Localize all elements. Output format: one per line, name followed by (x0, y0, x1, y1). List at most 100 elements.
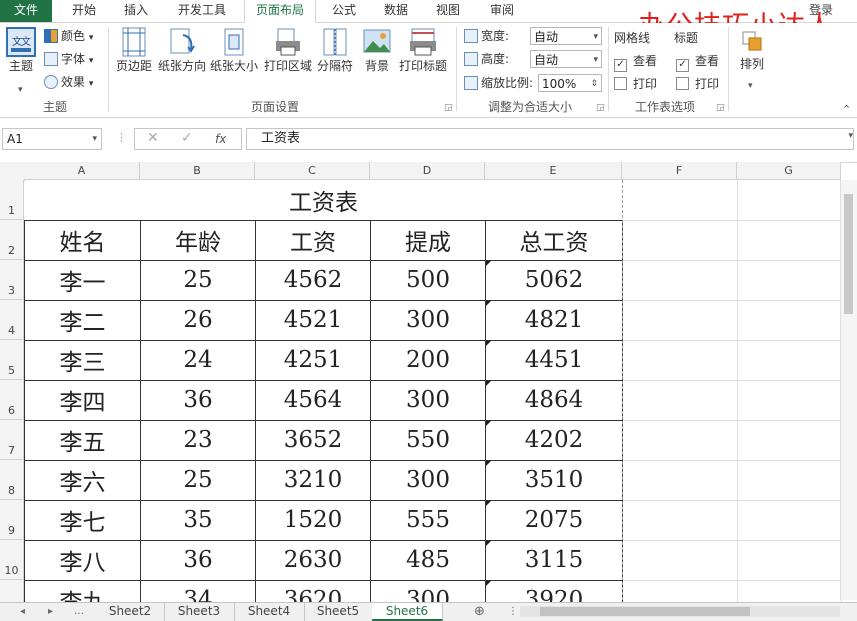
formula-input[interactable]: 工资表 (246, 128, 854, 150)
tab-data[interactable]: 数据 (374, 0, 418, 22)
tab-review[interactable]: 审阅 (480, 0, 524, 22)
tab-formulas[interactable]: 公式 (322, 0, 366, 22)
table-cell[interactable]: 500 (370, 259, 486, 301)
table-cell[interactable]: 3210 (255, 459, 371, 501)
sheet-tab[interactable]: Sheet5 (304, 603, 373, 621)
sheet-tab[interactable]: Sheet3 (164, 603, 235, 621)
enter-icon[interactable]: ✓ (181, 130, 193, 146)
table-cell[interactable]: 300 (370, 579, 486, 602)
row-header[interactable]: 10 (0, 540, 24, 580)
column-header[interactable]: C (255, 162, 370, 180)
theme-effects-button[interactable]: 效果 ▾ (44, 72, 93, 92)
row-header[interactable]: 7 (0, 420, 24, 460)
table-header-cell[interactable]: 提成 (370, 219, 486, 261)
tab-home[interactable]: 开始 (62, 0, 106, 22)
table-cell[interactable]: 3115 (485, 539, 623, 581)
tab-page-layout[interactable]: 页面布局 (244, 0, 316, 23)
table-cell[interactable]: 3620 (255, 579, 371, 602)
table-cell[interactable]: 23 (140, 419, 256, 461)
table-cell[interactable]: 4821 (485, 299, 623, 341)
vertical-scrollbar[interactable] (840, 180, 857, 600)
table-cell[interactable]: 3920 (485, 579, 623, 602)
sheet-tab-active[interactable]: Sheet6 (372, 603, 443, 621)
worksheet-grid[interactable]: A B C D E F G 1 2 3 4 5 6 7 8 9 10 工资表 姓… (0, 162, 857, 602)
tab-view[interactable]: 视图 (426, 0, 470, 22)
theme-colors-button[interactable]: 颜色 ▾ (44, 26, 93, 46)
table-cell[interactable]: 4864 (485, 379, 623, 421)
table-cell[interactable]: 24 (140, 339, 256, 381)
select-all-corner[interactable] (0, 162, 25, 181)
table-header-cell[interactable]: 工资 (255, 219, 371, 261)
table-cell[interactable]: 4562 (255, 259, 371, 301)
table-cell[interactable]: 李三 (24, 339, 141, 381)
table-title-cell[interactable]: 工资表 (24, 180, 623, 221)
themes-button[interactable]: 文文 主题 ▾ (4, 27, 38, 95)
headings-view-checkbox[interactable]: ✓ 查看 (676, 51, 719, 72)
table-cell[interactable]: 4451 (485, 339, 623, 381)
breaks-button[interactable]: 分隔符 (316, 27, 354, 74)
gridlines-print-checkbox[interactable]: 打印 (614, 74, 657, 94)
theme-fonts-button[interactable]: 字体 ▾ (44, 49, 93, 69)
size-button[interactable]: 纸张大小 (208, 27, 260, 74)
more-sheets-icon[interactable]: … (74, 603, 84, 620)
table-cell[interactable]: 36 (140, 539, 256, 581)
page-setup-launcher-icon[interactable]: ◲ (444, 103, 453, 113)
table-cell[interactable]: 李八 (24, 539, 141, 581)
sheet-options-launcher-icon[interactable]: ◲ (716, 103, 725, 113)
table-cell[interactable]: 4202 (485, 419, 623, 461)
table-cell[interactable]: 李九 (24, 579, 141, 602)
headings-print-checkbox[interactable]: 打印 (676, 74, 719, 94)
table-cell[interactable]: 36 (140, 379, 256, 421)
scale-input[interactable]: 100% ⇕ (538, 74, 602, 92)
table-cell[interactable]: 4564 (255, 379, 371, 421)
table-cell[interactable]: 300 (370, 379, 486, 421)
tab-split-grip-icon[interactable]: ⋮ (508, 603, 518, 620)
expand-formula-bar-icon[interactable]: ▾ (848, 131, 853, 141)
table-cell[interactable]: 5062 (485, 259, 623, 301)
table-cell[interactable]: 26 (140, 299, 256, 341)
table-cell[interactable]: 李五 (24, 419, 141, 461)
table-cell[interactable]: 4521 (255, 299, 371, 341)
table-cell[interactable]: 3510 (485, 459, 623, 501)
column-header[interactable]: D (370, 162, 485, 180)
row-header[interactable]: 4 (0, 300, 24, 340)
table-cell[interactable]: 李一 (24, 259, 141, 301)
name-box[interactable]: A1 ▾ (2, 128, 102, 150)
height-select[interactable]: 自动 ▾ (530, 50, 602, 68)
table-cell[interactable]: 3652 (255, 419, 371, 461)
row-header[interactable]: 3 (0, 260, 24, 300)
insert-function-icon[interactable]: fx (215, 132, 226, 146)
background-button[interactable]: 背景 (360, 27, 394, 74)
orientation-button[interactable]: 纸张方向 (156, 27, 208, 74)
table-cell[interactable]: 李六 (24, 459, 141, 501)
sheet-tab[interactable]: Sheet2 (96, 603, 165, 621)
table-cell[interactable]: 300 (370, 299, 486, 341)
row-header[interactable]: 1 (0, 180, 24, 220)
tab-file[interactable]: 文件 (0, 0, 52, 22)
scale-launcher-icon[interactable]: ◲ (596, 103, 605, 113)
table-cell[interactable]: 25 (140, 259, 256, 301)
table-cell[interactable]: 300 (370, 459, 486, 501)
print-area-button[interactable]: 打印区域 (262, 27, 314, 74)
scrollbar-thumb[interactable] (844, 194, 853, 314)
arrange-button[interactable]: 排列 ▾ (734, 29, 770, 91)
column-header[interactable]: G (737, 162, 841, 180)
table-cell[interactable]: 李二 (24, 299, 141, 341)
column-header[interactable]: A (24, 162, 140, 180)
column-header[interactable]: F (622, 162, 737, 180)
row-header[interactable]: 6 (0, 380, 24, 420)
table-cell[interactable]: 李七 (24, 499, 141, 541)
table-cell[interactable]: 34 (140, 579, 256, 602)
print-titles-button[interactable]: 打印标题 (396, 27, 450, 74)
table-cell[interactable]: 25 (140, 459, 256, 501)
horizontal-scrollbar[interactable] (520, 606, 840, 617)
table-cell[interactable]: 李四 (24, 379, 141, 421)
row-header[interactable]: 9 (0, 500, 24, 540)
table-cell[interactable]: 1520 (255, 499, 371, 541)
collapse-ribbon-icon[interactable]: ⌃ (842, 103, 851, 116)
table-cell[interactable]: 200 (370, 339, 486, 381)
table-header-cell[interactable]: 姓名 (24, 219, 141, 261)
table-cell[interactable]: 550 (370, 419, 486, 461)
table-header-cell[interactable]: 年龄 (140, 219, 256, 261)
width-select[interactable]: 自动 ▾ (530, 27, 602, 45)
